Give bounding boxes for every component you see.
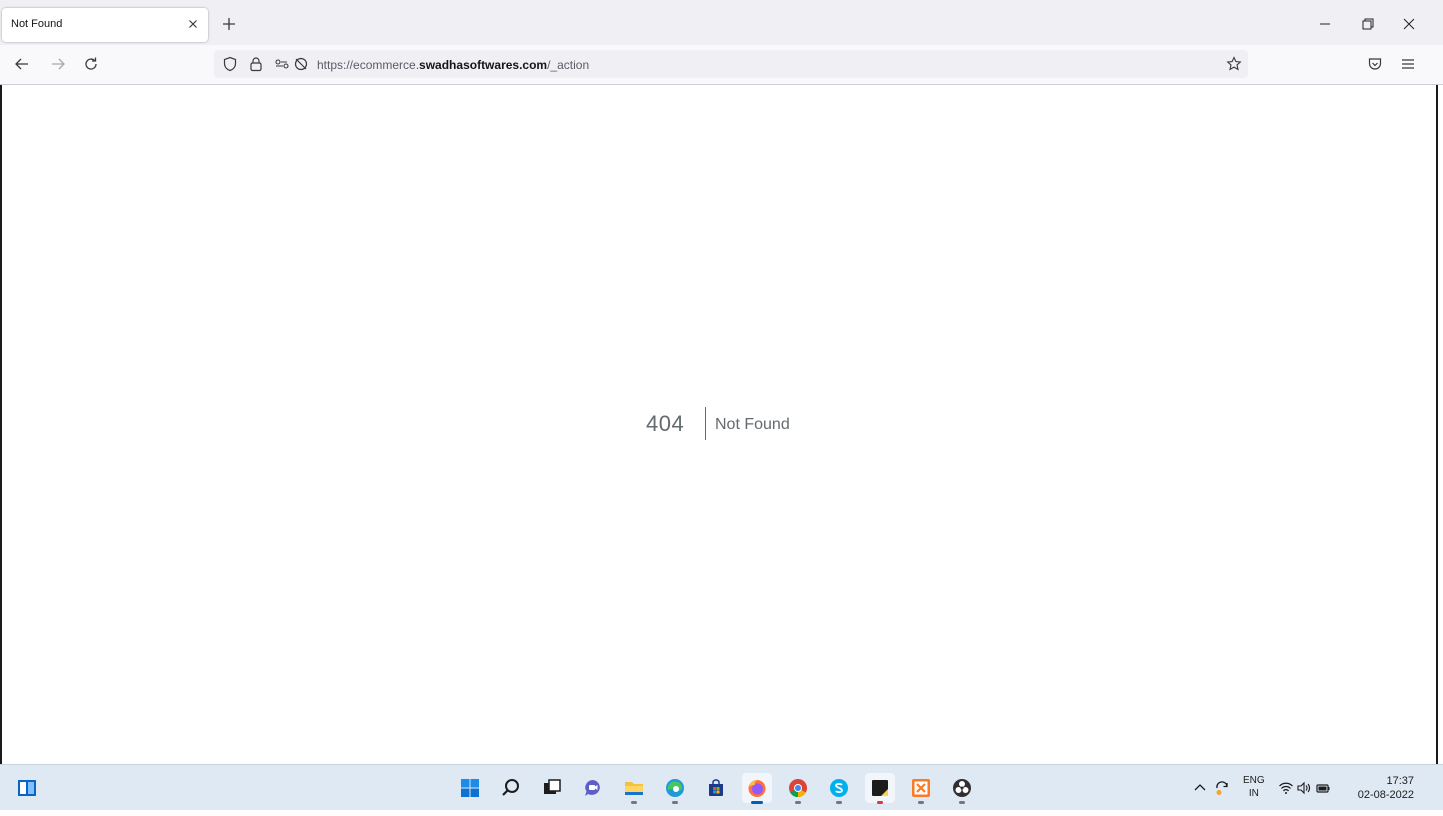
clock[interactable]: 17:37 02-08-2022 [1358,774,1414,802]
region-code: IN [1248,788,1259,799]
reload-icon[interactable] [83,56,99,72]
xampp-icon[interactable] [906,773,936,804]
url-domain: swadhasoftwares.com [419,58,548,72]
tracking-protection-icon[interactable] [293,56,309,72]
clock-date: 02-08-2022 [1357,789,1414,801]
url-path: /_action [547,58,590,72]
shield-icon[interactable] [222,56,238,72]
task-view-icon[interactable] [537,773,567,803]
active-indicator [751,801,763,804]
language-indicator[interactable]: ENG IN [1243,774,1265,800]
close-tab-icon[interactable] [185,16,201,32]
skype-icon[interactable] [824,773,854,804]
language-code: ENG [1243,775,1265,786]
running-indicator [836,801,842,804]
restore-icon[interactable] [1361,17,1375,31]
error-code: 404 [646,411,685,436]
menu-icon[interactable] [1400,56,1416,72]
permissions-icon[interactable] [274,56,290,72]
page-content: 404 Not Found [0,85,1438,764]
edge-icon[interactable] [660,773,690,804]
url-prefix: https://ecommerce. [317,58,420,72]
navigation-bar: https://ecommerce.swadhasoftwares.com/_a… [0,45,1443,85]
running-indicator [959,801,965,804]
taskbar: ENG IN 17:37 02-08-2022 [0,764,1443,811]
running-indicator [918,801,924,804]
battery-icon[interactable] [1315,780,1331,796]
show-hidden-icons-chevron-icon[interactable] [1192,780,1208,796]
volume-icon[interactable] [1296,780,1312,796]
obs-icon[interactable] [947,773,977,804]
chat-icon[interactable] [578,773,608,803]
error-text: Not Found [715,416,790,433]
tab-title: Not Found [11,18,63,30]
store-icon[interactable] [701,773,731,803]
clock-time: 17:37 [1386,775,1414,787]
running-indicator [631,801,637,804]
error-divider [705,407,706,440]
url-text[interactable]: https://ecommerce.swadhasoftwares.com/_a… [317,58,589,72]
running-indicator [672,801,678,804]
sticky-notes-icon[interactable] [865,773,895,804]
address-bar[interactable]: https://ecommerce.swadhasoftwares.com/_a… [214,50,1248,78]
chrome-icon[interactable] [783,773,813,804]
running-indicator [795,801,801,804]
close-window-icon[interactable] [1402,17,1416,31]
onedrive-sync-icon[interactable] [1214,780,1230,796]
lock-icon[interactable] [248,56,264,72]
tab-not-found[interactable]: Not Found [2,8,208,42]
widgets-icon[interactable] [12,773,42,803]
wifi-icon[interactable] [1278,780,1294,796]
pocket-icon[interactable] [1367,56,1383,72]
back-icon[interactable] [14,56,30,72]
search-icon[interactable] [496,773,526,803]
running-indicator [877,801,883,804]
bookmark-star-icon[interactable] [1226,56,1242,72]
firefox-icon[interactable] [742,773,772,804]
new-tab-icon[interactable] [220,15,238,33]
file-explorer-icon[interactable] [619,773,649,804]
minimize-icon[interactable] [1318,17,1332,31]
tab-bar: Not Found [0,6,1443,45]
start-icon[interactable] [455,773,485,803]
bottom-strip [0,810,1443,816]
forward-icon[interactable] [50,56,66,72]
